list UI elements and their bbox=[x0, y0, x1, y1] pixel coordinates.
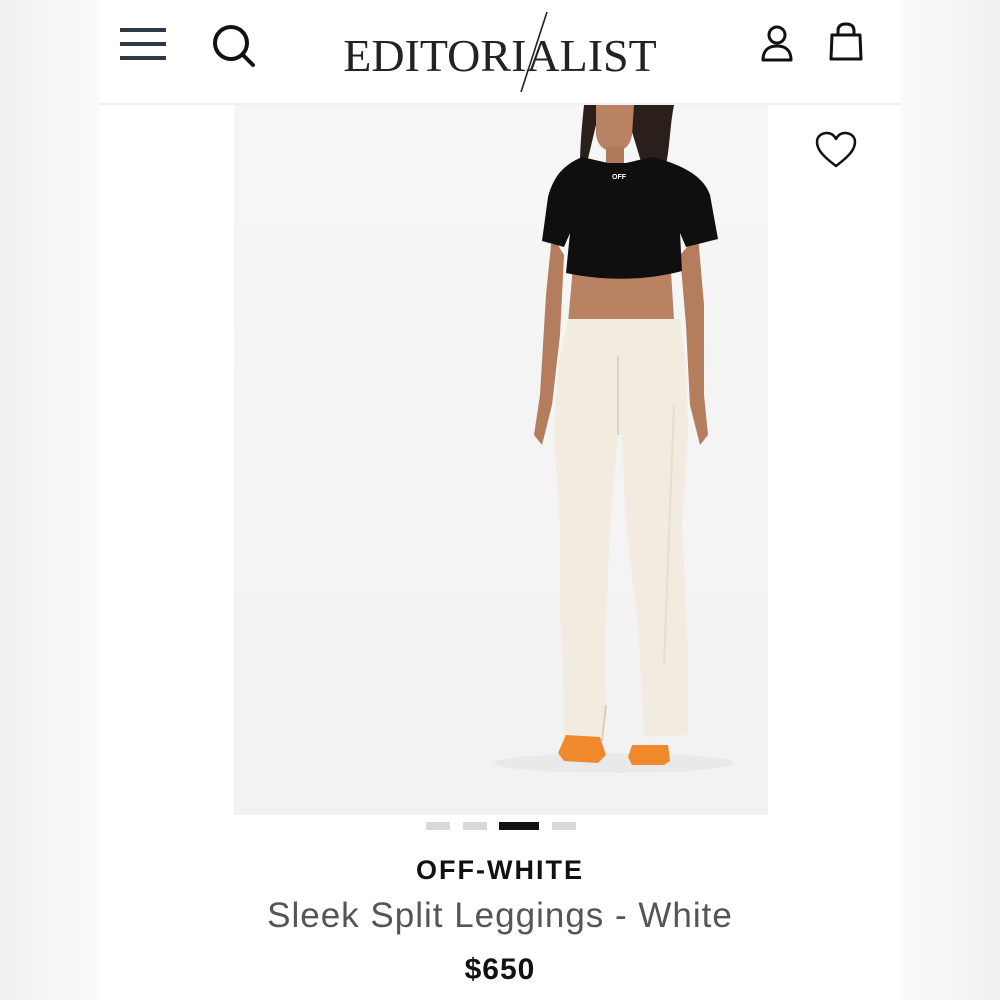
hamburger-menu-icon[interactable] bbox=[120, 26, 166, 62]
logo-slash-mark bbox=[520, 12, 548, 92]
product-page: EDITORIALIST OFF OFF-WHITE Sleek Split L… bbox=[100, 0, 900, 1000]
product-image[interactable]: OFF bbox=[234, 105, 768, 815]
user-icon[interactable] bbox=[760, 24, 794, 62]
product-price: $650 bbox=[464, 953, 536, 986]
image-carousel-indicator bbox=[426, 822, 586, 832]
carousel-dot-3-active[interactable] bbox=[499, 822, 539, 830]
carousel-dot-2[interactable] bbox=[463, 822, 487, 830]
product-brand[interactable]: OFF-WHITE bbox=[100, 855, 900, 886]
right-margin bbox=[900, 0, 1000, 1000]
site-header: EDITORIALIST bbox=[100, 0, 900, 105]
model-illustration: OFF bbox=[234, 105, 768, 815]
left-margin bbox=[0, 0, 100, 1000]
carousel-dot-1[interactable] bbox=[426, 822, 450, 830]
shirt-print: OFF bbox=[612, 174, 627, 181]
left-sandal bbox=[558, 735, 606, 763]
product-title: Sleek Split Leggings - White bbox=[267, 896, 733, 935]
shopping-bag-icon[interactable] bbox=[828, 22, 864, 62]
site-logo[interactable]: EDITORIALIST bbox=[315, 12, 685, 92]
right-sandal bbox=[628, 745, 670, 765]
carousel-dot-4[interactable] bbox=[552, 822, 576, 830]
heart-icon[interactable] bbox=[814, 130, 858, 170]
search-icon[interactable] bbox=[210, 22, 256, 68]
